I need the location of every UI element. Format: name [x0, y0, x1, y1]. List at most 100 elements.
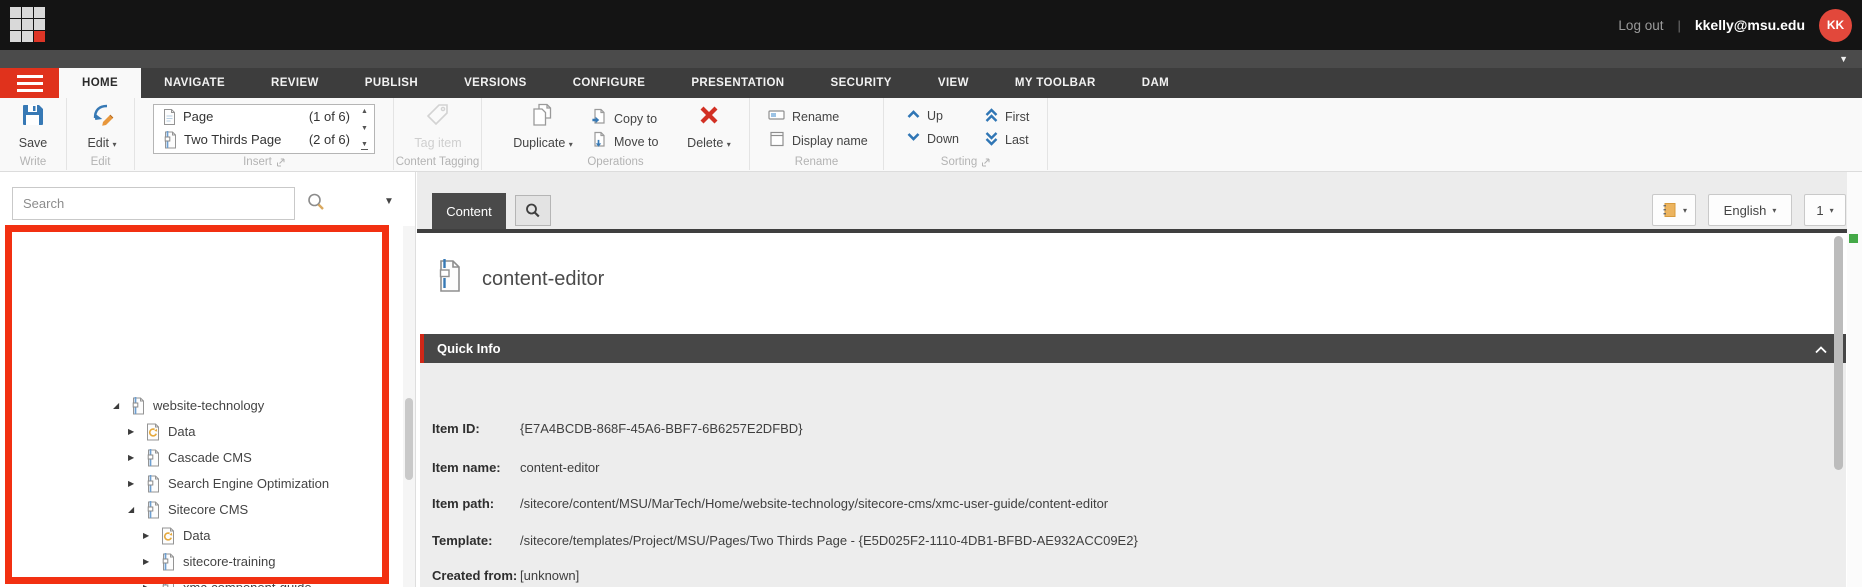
dialog-launcher-icon[interactable]: [276, 158, 285, 167]
tree-node[interactable]: website-technology: [127, 394, 270, 417]
insert-listbox: Page(1 of 6)Two Thirds Page(2 of 6) ▲ ▼ …: [153, 104, 375, 154]
tree-item-label: Search Engine Optimization: [168, 476, 329, 491]
quick-info-section: Item ID:{E7A4BCDB-868F-45A6-BBF7-6B6257E…: [420, 363, 1846, 587]
language-selector[interactable]: English▾: [1708, 194, 1792, 226]
tab-publish[interactable]: PUBLISH: [342, 68, 441, 98]
delete-button[interactable]: Delete ▾: [682, 102, 736, 150]
double-chevron-up-icon: [984, 108, 999, 126]
up-button[interactable]: Up: [906, 108, 943, 123]
collapse-twisty-icon[interactable]: ◢: [113, 401, 127, 410]
insert-item[interactable]: Page(1 of 6): [154, 105, 374, 128]
content-scrollbar-thumb[interactable]: [1834, 236, 1843, 470]
insert-item-label: Two Thirds Page: [184, 132, 281, 147]
insert-item-list: Page(1 of 6)Two Thirds Page(2 of 6): [154, 105, 374, 151]
tab-versions[interactable]: VERSIONS: [441, 68, 550, 98]
quick-info-field: Created from:[unknown]: [432, 568, 579, 583]
hamburger-menu-icon[interactable]: [0, 68, 59, 98]
search-options-caret-icon[interactable]: ▼: [384, 196, 394, 207]
expand-twisty-icon[interactable]: ▶: [128, 427, 142, 436]
rename-button[interactable]: Rename: [768, 108, 839, 125]
tree-node[interactable]: sitecore-training: [157, 550, 282, 573]
data-icon: [145, 422, 161, 441]
field-label: Item path:: [432, 496, 520, 511]
tag-icon: [425, 102, 451, 133]
logout-link[interactable]: Log out: [1618, 18, 1663, 33]
scroll-up-icon[interactable]: ▲: [361, 108, 368, 115]
version-selector[interactable]: 1▾: [1804, 194, 1846, 226]
dialog-launcher-icon[interactable]: [981, 158, 990, 167]
display-name-button[interactable]: Display name: [768, 131, 868, 150]
edit-button[interactable]: Edit ▾: [79, 102, 125, 150]
application-window: Log out | kkelly@msu.edu KK ▼ HOMENAVIGA…: [0, 0, 1862, 587]
insert-item[interactable]: Two Thirds Page(2 of 6): [154, 128, 374, 151]
save-button[interactable]: Save: [8, 102, 58, 150]
window-scrollbar[interactable]: [1847, 172, 1862, 587]
tree-scrollbar-thumb[interactable]: [405, 398, 413, 480]
search-icon[interactable]: [305, 191, 327, 218]
search-icon: [524, 202, 542, 220]
collapse-ribbon-caret-icon[interactable]: ▼: [1839, 54, 1848, 64]
field-label: Item name:: [432, 460, 520, 475]
move-to-button[interactable]: Move to: [590, 131, 658, 152]
tree-node[interactable]: Data: [157, 524, 216, 547]
tree-node[interactable]: Search Engine Optimization: [142, 472, 335, 495]
expand-twisty-icon[interactable]: ▶: [143, 557, 157, 566]
page-icon: [160, 578, 176, 587]
user-email[interactable]: kkelly@msu.edu: [1695, 17, 1805, 33]
tree-node[interactable]: Data: [142, 420, 201, 443]
tree-item-data[interactable]: ▶Data: [0, 522, 400, 548]
last-button[interactable]: Last: [984, 131, 1029, 149]
collapse-strip: ▼: [0, 50, 1862, 68]
tree-node[interactable]: Cascade CMS: [142, 446, 258, 469]
tree-item-sitecore-training[interactable]: ▶sitecore-training: [0, 548, 400, 574]
tree-item-data[interactable]: ▶ Data: [0, 418, 400, 444]
rename-icon: [768, 108, 786, 125]
tree-item-cascade-cms[interactable]: ▶ Cascade CMS: [0, 444, 400, 470]
content-pane: content-editor Quick Info Item ID:{E7A4B…: [417, 233, 1847, 587]
tab-review[interactable]: REVIEW: [248, 68, 342, 98]
first-button[interactable]: First: [984, 108, 1029, 126]
expand-twisty-icon[interactable]: ▶: [143, 531, 157, 540]
tab-view[interactable]: VIEW: [915, 68, 992, 98]
collapse-twisty-icon[interactable]: ◢: [128, 505, 142, 514]
tab-configure[interactable]: CONFIGURE: [550, 68, 669, 98]
field-value: /sitecore/templates/Project/MSU/Pages/Tw…: [520, 533, 1138, 548]
tab-navigate[interactable]: NAVIGATE: [141, 68, 248, 98]
tree-item-xmc-component-guide[interactable]: ▶xmc-component-guide: [0, 574, 400, 587]
scroll-to-end-icon[interactable]: ▼: [361, 141, 368, 150]
ribbon-group-operations: Duplicate ▾ Copy to Move to Delete ▾: [482, 98, 750, 170]
tab-my-toolbar[interactable]: MY TOOLBAR: [992, 68, 1119, 98]
group-label-content-tagging: Content Tagging: [396, 156, 480, 168]
quick-info-accent: [420, 334, 424, 363]
tree-node[interactable]: Sitecore CMS: [142, 498, 254, 521]
tree-node[interactable]: xmc-component-guide: [157, 576, 318, 587]
chevron-down-icon: [906, 131, 921, 146]
tab-content[interactable]: Content: [432, 193, 506, 229]
avatar[interactable]: KK: [1819, 9, 1852, 42]
down-button[interactable]: Down: [906, 131, 959, 146]
scroll-down-icon[interactable]: ▼: [361, 125, 368, 132]
tree-item-search-engine-optimization[interactable]: ▶ Search Engine Optimization: [0, 470, 400, 496]
tree-item-sitecore-cms[interactable]: ◢Sitecore CMS: [0, 496, 400, 522]
collapse-section-chevron-icon[interactable]: [1814, 342, 1828, 360]
tab-home[interactable]: HOME: [59, 68, 141, 98]
tree-item-website-technology[interactable]: ◢website-technology: [0, 392, 400, 418]
tree-item-label: Data: [168, 424, 195, 439]
copy-to-button[interactable]: Copy to: [590, 108, 657, 129]
tab-presentation[interactable]: PRESENTATION: [668, 68, 807, 98]
content-search-tab[interactable]: [515, 195, 551, 226]
tab-security[interactable]: SECURITY: [808, 68, 915, 98]
expand-twisty-icon[interactable]: ▶: [128, 479, 142, 488]
tree-item-label: Cascade CMS: [168, 450, 252, 465]
sitecore-logo-icon[interactable]: [10, 7, 47, 44]
expand-twisty-icon[interactable]: ▶: [143, 583, 157, 587]
delete-icon: [696, 102, 722, 133]
tree-scrollbar[interactable]: [403, 226, 415, 587]
bookmark-dropdown-button[interactable]: ▾: [1652, 194, 1696, 226]
expand-twisty-icon[interactable]: ▶: [128, 453, 142, 462]
tab-dam[interactable]: DAM: [1119, 68, 1192, 98]
topbar-separator: |: [1677, 18, 1680, 33]
search-input[interactable]: [12, 187, 295, 220]
duplicate-button[interactable]: Duplicate ▾: [510, 102, 576, 150]
quick-info-header[interactable]: Quick Info: [420, 334, 1846, 363]
